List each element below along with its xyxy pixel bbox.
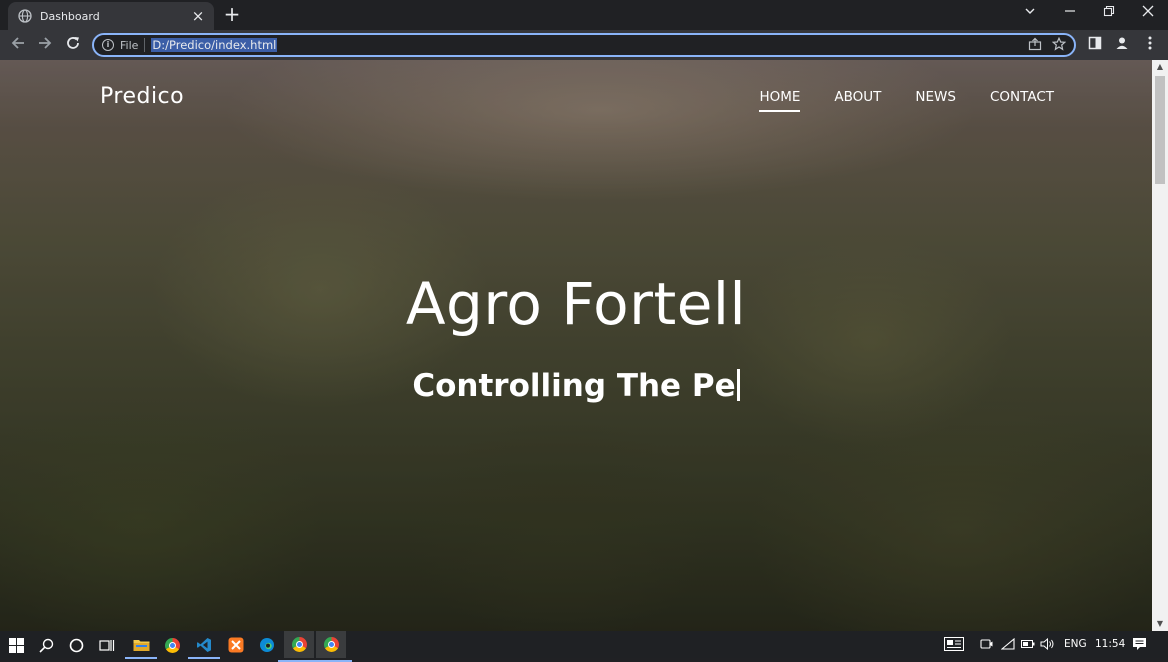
- reload-icon[interactable]: [63, 35, 83, 55]
- battery-icon[interactable]: [1021, 631, 1035, 658]
- nav-news[interactable]: NEWS: [915, 89, 956, 109]
- search-icon[interactable]: [36, 635, 56, 655]
- language-indicator[interactable]: ENG: [1064, 631, 1087, 658]
- share-icon[interactable]: [1028, 37, 1042, 55]
- browser-tab[interactable]: Dashboard ×: [8, 2, 214, 30]
- chrome-taskbar-icon[interactable]: [162, 635, 182, 655]
- back-icon[interactable]: [8, 35, 28, 55]
- scroll-up-arrow[interactable]: ▲: [1152, 60, 1168, 74]
- close-icon[interactable]: ×: [190, 9, 206, 24]
- divider: [144, 38, 146, 52]
- profile-icon[interactable]: [1113, 36, 1131, 54]
- meet-now-icon[interactable]: [980, 631, 993, 658]
- browser-toolbar: i File D:/Predico/index.html: [0, 30, 1168, 60]
- nav-home[interactable]: HOME: [759, 89, 800, 112]
- star-icon[interactable]: [1051, 36, 1067, 55]
- globe-icon: [18, 9, 32, 23]
- page-scrollbar[interactable]: ▲ ▼: [1152, 60, 1168, 631]
- xampp-icon[interactable]: [226, 635, 246, 655]
- cortana-icon[interactable]: [66, 635, 86, 655]
- chrome-running-icon-2[interactable]: [310, 631, 352, 662]
- file-explorer-icon[interactable]: [125, 635, 157, 659]
- tab-title: Dashboard: [40, 9, 100, 23]
- forward-icon[interactable]: [35, 35, 55, 55]
- notification-icon[interactable]: [1132, 631, 1147, 658]
- nav-about[interactable]: ABOUT: [834, 89, 881, 109]
- window-close-icon[interactable]: [1130, 3, 1166, 25]
- volume-icon[interactable]: [1040, 631, 1055, 658]
- tab-strip: Dashboard × +: [0, 0, 1168, 30]
- scheme-label: File: [120, 38, 139, 52]
- scroll-down-arrow[interactable]: ▼: [1152, 617, 1168, 631]
- wifi-icon[interactable]: [1000, 631, 1015, 658]
- tab-search-icon[interactable]: [1012, 3, 1048, 25]
- clock[interactable]: 11:54: [1095, 631, 1125, 658]
- site-logo[interactable]: Predico: [100, 84, 184, 109]
- news-widget-icon[interactable]: [944, 631, 964, 658]
- windows-start-icon[interactable]: [6, 635, 26, 655]
- restore-icon[interactable]: [1091, 3, 1127, 25]
- minimize-icon[interactable]: [1052, 3, 1088, 25]
- menu-icon[interactable]: [1141, 36, 1159, 54]
- new-tab-button[interactable]: +: [222, 4, 242, 25]
- info-icon[interactable]: i: [102, 39, 114, 51]
- edge-icon[interactable]: [257, 635, 277, 655]
- hero-subtitle: Controlling The Pe: [412, 368, 736, 404]
- typing-caret: [736, 369, 740, 401]
- scroll-thumb[interactable]: [1155, 76, 1165, 184]
- vscode-icon[interactable]: [188, 635, 220, 659]
- nav-contact[interactable]: CONTACT: [990, 89, 1054, 109]
- hero-background: [0, 60, 1152, 631]
- url-text[interactable]: D:/Predico/index.html: [151, 38, 278, 52]
- task-view-icon[interactable]: [97, 635, 117, 655]
- sidepanel-icon[interactable]: [1086, 36, 1104, 54]
- hero-title: Agro Fortell: [405, 270, 747, 338]
- main-nav: HOME ABOUT NEWS CONTACT: [759, 89, 1054, 112]
- hero-subtitle-wrap: Controlling The Pe: [0, 368, 1152, 404]
- windows-taskbar: ENG 11:54: [0, 631, 1168, 662]
- page-viewport: Predico HOME ABOUT NEWS CONTACT Agro For…: [0, 60, 1152, 631]
- address-bar[interactable]: i File D:/Predico/index.html: [92, 33, 1076, 57]
- chrome-running-icon-1[interactable]: [278, 631, 320, 662]
